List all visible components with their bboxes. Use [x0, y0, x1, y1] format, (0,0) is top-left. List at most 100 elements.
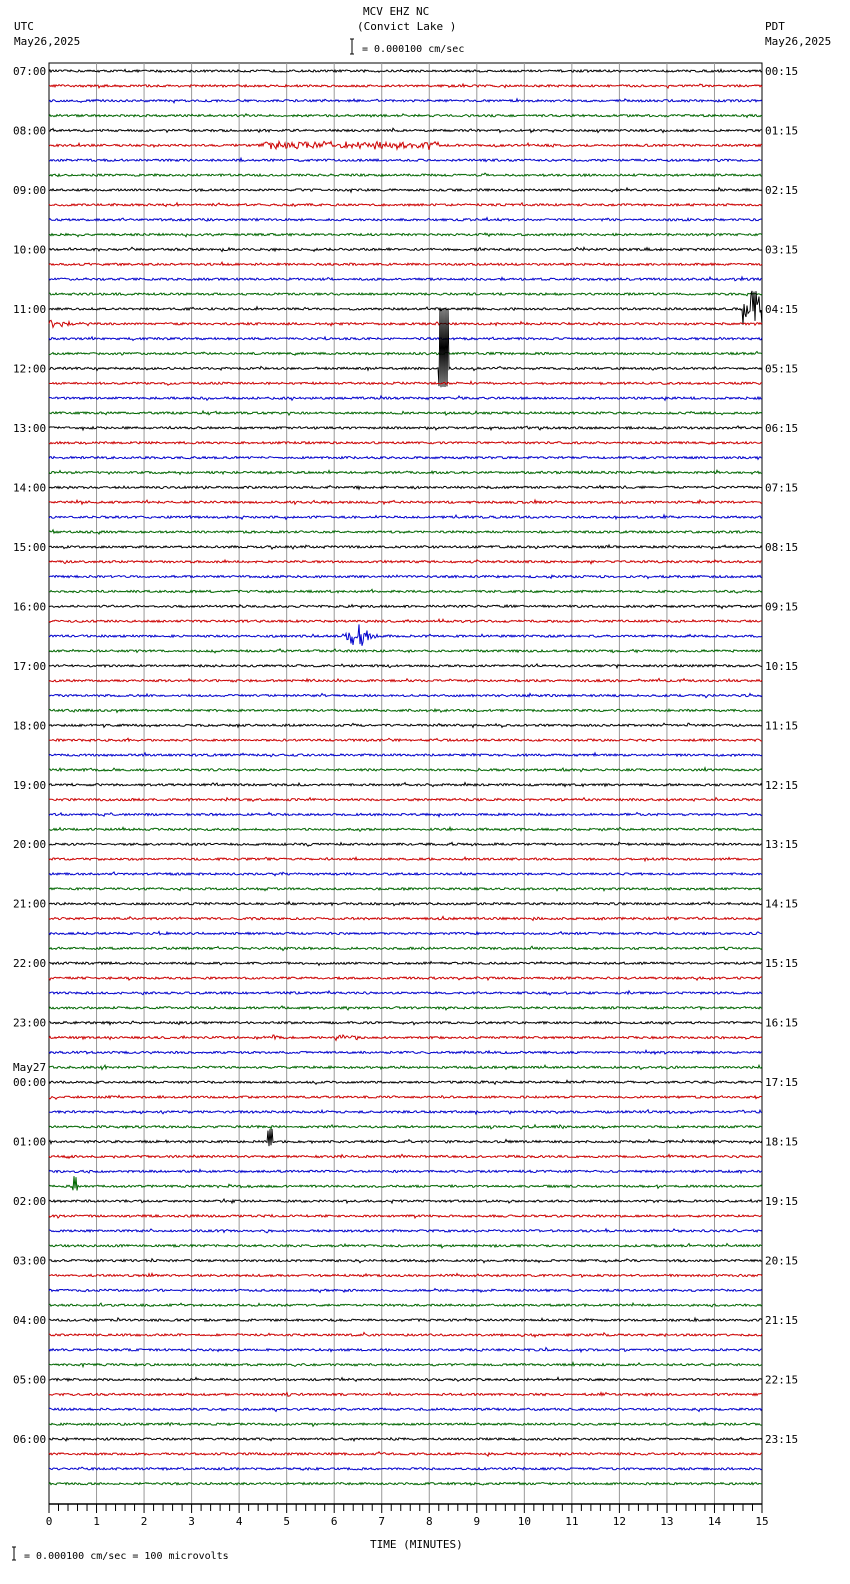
utc-hour-label: 02:00: [13, 1195, 46, 1208]
trace: [48, 82, 763, 89]
pdt-hour-label: 23:15: [765, 1433, 798, 1446]
right-date: May26,2025: [765, 35, 831, 48]
trace: [48, 751, 763, 758]
utc-hour-label: 16:00: [13, 600, 46, 613]
footer-scale-label: = 0.000100 cm/sec = 100 microvolts: [24, 1551, 229, 1562]
trace: [48, 97, 763, 105]
trace: [48, 1242, 763, 1250]
trace: [48, 1421, 763, 1428]
pdt-hour-label: 00:15: [765, 65, 798, 78]
trace: [48, 127, 762, 134]
x-tick-label: 5: [283, 1515, 290, 1528]
trace: [48, 707, 763, 714]
pdt-hour-label: 20:15: [765, 1255, 798, 1268]
trace: [48, 1316, 763, 1323]
x-tick-label: 15: [755, 1515, 768, 1528]
trace: [48, 543, 763, 550]
trace: [48, 989, 763, 996]
trace: [48, 1128, 763, 1147]
trace: [48, 692, 763, 699]
pdt-hour-label: 10:15: [765, 660, 798, 673]
trace: [48, 1227, 763, 1234]
trace: [48, 260, 763, 267]
pdt-hour-label: 11:15: [765, 719, 798, 732]
utc-hour-label: 22:00: [13, 957, 46, 970]
x-tick-label: 11: [565, 1515, 578, 1528]
pdt-hour-label: 03:15: [765, 243, 798, 256]
trace: [48, 841, 763, 847]
trace: [48, 662, 763, 670]
trace: [49, 307, 763, 388]
trace: [48, 290, 763, 326]
trace: [48, 648, 762, 654]
trace: [48, 1005, 763, 1011]
pdt-hour-label: 06:15: [765, 422, 798, 435]
x-tick-label: 14: [708, 1515, 722, 1528]
helicorder-chart: MCV EHZ NC (Convict Lake ) UTC May26,202…: [12, 5, 831, 1562]
trace: [48, 186, 763, 194]
utc-hour-label: 11:00: [13, 303, 46, 316]
trace: [48, 216, 763, 222]
utc-hour-label: 00:00: [13, 1076, 46, 1089]
pdt-hour-label: 19:15: [765, 1195, 798, 1208]
x-tick-label: 9: [473, 1515, 480, 1528]
utc-hour-label: 19:00: [13, 779, 46, 792]
station-title: MCV EHZ NC: [363, 5, 429, 18]
trace: [48, 1331, 763, 1339]
footer-scale-icon: [12, 1546, 16, 1561]
trace: [48, 1287, 763, 1294]
trace: [48, 335, 763, 342]
pdt-hour-label: 15:15: [765, 957, 798, 970]
left-timezone: UTC: [14, 20, 34, 33]
trace: [48, 1063, 763, 1071]
pdt-hour-label: 22:15: [765, 1374, 798, 1387]
trace: [48, 796, 763, 803]
trace: [48, 528, 763, 535]
trace: [48, 1466, 763, 1472]
trace: [48, 156, 763, 163]
utc-hour-label: 23:00: [13, 1017, 46, 1030]
trace: [48, 574, 763, 580]
seismogram-page: MCV EHZ NC (Convict Lake ) UTC May26,202…: [0, 0, 850, 1584]
utc-hour-label: 07:00: [13, 65, 46, 78]
trace: [48, 588, 763, 594]
trace: [48, 172, 763, 178]
utc-hour-label: 09:00: [13, 184, 46, 197]
trace: [48, 766, 763, 773]
trace: [48, 380, 763, 387]
trace: [48, 291, 763, 297]
station-location: (Convict Lake ): [357, 20, 456, 33]
pdt-hour-label: 08:15: [765, 541, 798, 554]
utc-hour-label: 13:00: [13, 422, 46, 435]
pdt-hour-label: 02:15: [765, 184, 798, 197]
utc-hour-label: 08:00: [13, 124, 46, 137]
utc-hour-label: 01:00: [13, 1136, 46, 1149]
trace: [48, 1123, 763, 1130]
trace: [48, 1450, 763, 1458]
trace: [48, 1272, 763, 1278]
scale-label: = 0.000100 cm/sec: [362, 44, 464, 55]
utc-hour-label: 15:00: [13, 541, 46, 554]
trace: [48, 624, 763, 646]
scale-bar-icon: [350, 38, 354, 55]
trace: [48, 558, 763, 566]
trace: [48, 112, 763, 119]
trace: [48, 513, 763, 521]
x-tick-label: 12: [613, 1515, 626, 1528]
trace: [49, 1020, 763, 1026]
trace: [48, 1436, 763, 1442]
trace: [48, 871, 763, 877]
utc-hour-label: 06:00: [13, 1433, 46, 1446]
trace: [49, 825, 763, 833]
trace: [48, 1108, 763, 1116]
trace: [48, 1376, 763, 1383]
trace: [48, 603, 763, 610]
trace: [48, 484, 763, 491]
trace: [48, 498, 763, 506]
trace: [48, 855, 763, 863]
utc-hour-label: 17:00: [13, 660, 46, 673]
trace: [48, 1360, 763, 1369]
trace: [48, 781, 763, 788]
pdt-hour-label: 17:15: [765, 1076, 798, 1089]
trace: [48, 1346, 762, 1354]
